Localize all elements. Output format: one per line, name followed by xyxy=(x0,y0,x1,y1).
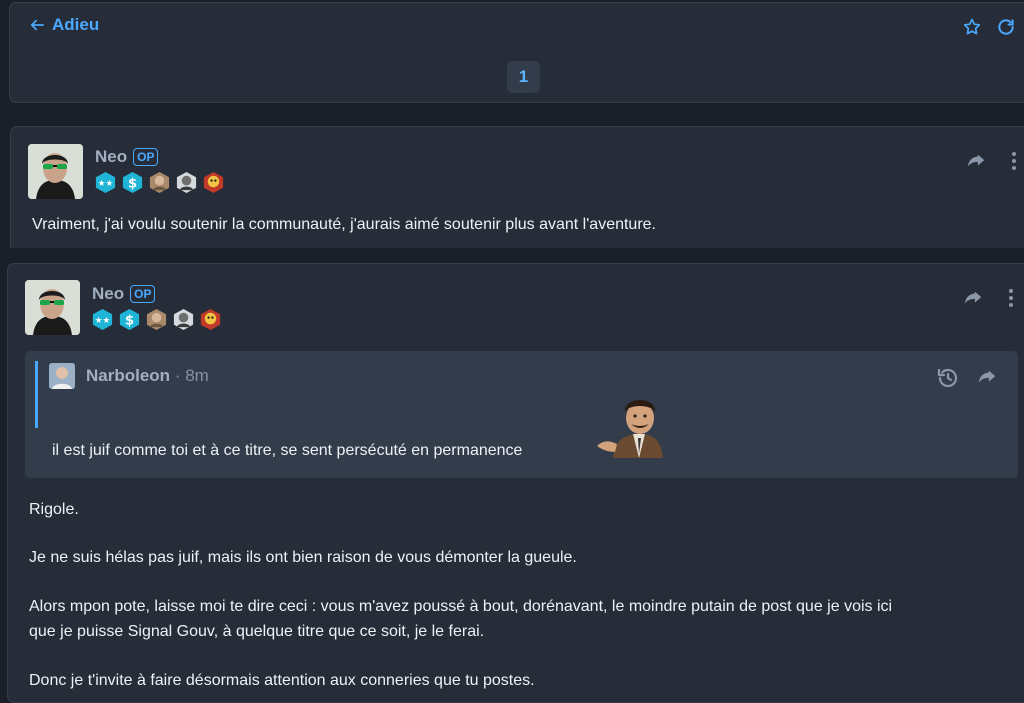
avatar[interactable] xyxy=(28,144,83,199)
cartoon-badge-icon[interactable] xyxy=(199,308,222,331)
post-paragraph: Donc je t'invite à faire désormais atten… xyxy=(29,672,535,689)
quote-bar xyxy=(35,361,38,428)
post-actions xyxy=(965,150,1017,172)
quote-avatar[interactable] xyxy=(49,363,75,389)
post-paragraph: Alors mpon pote, laisse moi te dire ceci… xyxy=(29,598,893,615)
avatar[interactable] xyxy=(25,280,80,335)
dollar-badge-icon[interactable]: $ xyxy=(118,308,141,331)
arrow-left-icon xyxy=(30,19,44,31)
quote-author-name[interactable]: Narboleon xyxy=(86,366,170,385)
quote-block: Narboleon · 8m il est juif comme toi et … xyxy=(25,351,1018,478)
op-badge: OP xyxy=(133,148,159,166)
svg-text:$: $ xyxy=(125,313,134,328)
badge-list: ★★ $ xyxy=(94,171,225,194)
sticker-image xyxy=(593,394,675,458)
post-paragraph: que je puisse Signal Gouv, à quelque tit… xyxy=(29,623,485,640)
pagination-page-1[interactable]: 1 xyxy=(507,61,540,93)
back-link[interactable]: Adieu xyxy=(30,15,99,35)
topic-title: Adieu xyxy=(52,15,100,34)
author-row: Neo OP xyxy=(95,147,159,167)
op-badge: OP xyxy=(130,285,156,303)
dollar-badge-icon[interactable]: $ xyxy=(121,171,144,194)
quote-actions xyxy=(936,366,998,390)
post-card: Neo OP ★★ $ Vraiment, j'ai voulu souteni… xyxy=(10,126,1024,248)
quote-age: 8m xyxy=(185,366,209,385)
portrait-gray-badge-icon[interactable] xyxy=(172,308,195,331)
share-icon[interactable] xyxy=(965,150,987,172)
quote-text: il est juif comme toi et à ce titre, se … xyxy=(52,442,523,459)
portrait-gray-badge-icon[interactable] xyxy=(175,171,198,194)
svg-text:★★: ★★ xyxy=(95,316,111,326)
post-paragraph: Rigole. xyxy=(29,501,79,518)
svg-text:$: $ xyxy=(128,176,137,191)
portrait-badge-icon[interactable] xyxy=(145,308,168,331)
topic-header: Adieu 1 xyxy=(9,2,1024,103)
svg-text:★★: ★★ xyxy=(98,179,114,189)
post-paragraph: Je ne suis hélas pas juif, mais ils ont … xyxy=(29,549,577,566)
post-actions xyxy=(962,287,1014,309)
badge-list: ★★ $ xyxy=(91,308,222,331)
quote-separator: · xyxy=(174,366,181,385)
history-icon[interactable] xyxy=(936,366,960,390)
portrait-badge-icon[interactable] xyxy=(148,171,171,194)
author-name[interactable]: Neo xyxy=(92,284,124,304)
refresh-icon[interactable] xyxy=(996,17,1016,37)
share-icon[interactable] xyxy=(962,287,984,309)
stars-badge-icon[interactable]: ★★ xyxy=(91,308,114,331)
post-card: Neo OP ★★ $ Narboleon · 8m il est juif c… xyxy=(7,263,1024,703)
author-row: Neo OP xyxy=(92,284,156,304)
cartoon-badge-icon[interactable] xyxy=(202,171,225,194)
author-name[interactable]: Neo xyxy=(95,147,127,167)
post-body: Vraiment, j'ai voulu soutenir la communa… xyxy=(32,216,656,233)
star-icon[interactable] xyxy=(962,17,982,37)
share-icon[interactable] xyxy=(976,366,998,390)
quote-author-line: Narboleon · 8m xyxy=(86,366,209,386)
stars-badge-icon[interactable]: ★★ xyxy=(94,171,117,194)
more-options-icon[interactable] xyxy=(1011,151,1017,171)
header-actions xyxy=(962,17,1016,37)
more-options-icon[interactable] xyxy=(1008,288,1014,308)
